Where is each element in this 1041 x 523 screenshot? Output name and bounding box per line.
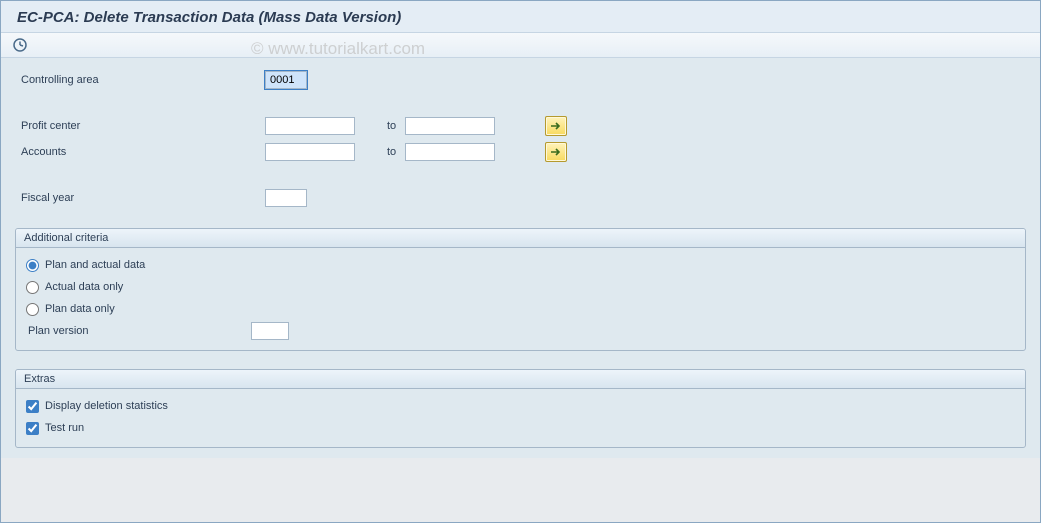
controlling-area-label: Controlling area <box>15 74 265 86</box>
plan-version-input[interactable] <box>251 322 289 340</box>
controlling-area-input[interactable] <box>265 71 307 89</box>
actual-only-label: Actual data only <box>45 281 123 293</box>
plan-version-label: Plan version <box>26 325 251 337</box>
extras-title: Extras <box>16 370 1025 389</box>
actual-only-radio[interactable] <box>26 281 39 294</box>
display-stats-label: Display deletion statistics <box>45 400 168 412</box>
execute-icon[interactable] <box>11 36 29 54</box>
plan-only-radio[interactable] <box>26 303 39 316</box>
fiscal-year-label: Fiscal year <box>15 192 265 204</box>
test-run-checkbox[interactable] <box>26 422 39 435</box>
accounts-to-label: to <box>355 146 405 158</box>
plan-and-actual-label: Plan and actual data <box>45 259 145 271</box>
accounts-multiple-button[interactable] <box>545 142 567 162</box>
page-title: EC-PCA: Delete Transaction Data (Mass Da… <box>1 1 1040 32</box>
test-run-label: Test run <box>45 422 84 434</box>
profit-center-multiple-button[interactable] <box>545 116 567 136</box>
accounts-label: Accounts <box>15 146 265 158</box>
accounts-from-input[interactable] <box>265 143 355 161</box>
profit-center-from-input[interactable] <box>265 117 355 135</box>
plan-and-actual-radio[interactable] <box>26 259 39 272</box>
display-stats-checkbox[interactable] <box>26 400 39 413</box>
profit-center-label: Profit center <box>15 120 265 132</box>
arrow-right-icon <box>550 147 562 157</box>
fiscal-year-input[interactable] <box>265 189 307 207</box>
additional-criteria-group: Additional criteria Plan and actual data… <box>15 228 1026 351</box>
arrow-right-icon <box>550 121 562 131</box>
extras-group: Extras Display deletion statistics Test … <box>15 369 1026 448</box>
main-content: Controlling area Profit center to Accoun… <box>1 58 1040 458</box>
profit-center-to-input[interactable] <box>405 117 495 135</box>
additional-criteria-title: Additional criteria <box>16 229 1025 248</box>
toolbar <box>1 32 1040 58</box>
plan-only-label: Plan data only <box>45 303 115 315</box>
profit-center-to-label: to <box>355 120 405 132</box>
accounts-to-input[interactable] <box>405 143 495 161</box>
